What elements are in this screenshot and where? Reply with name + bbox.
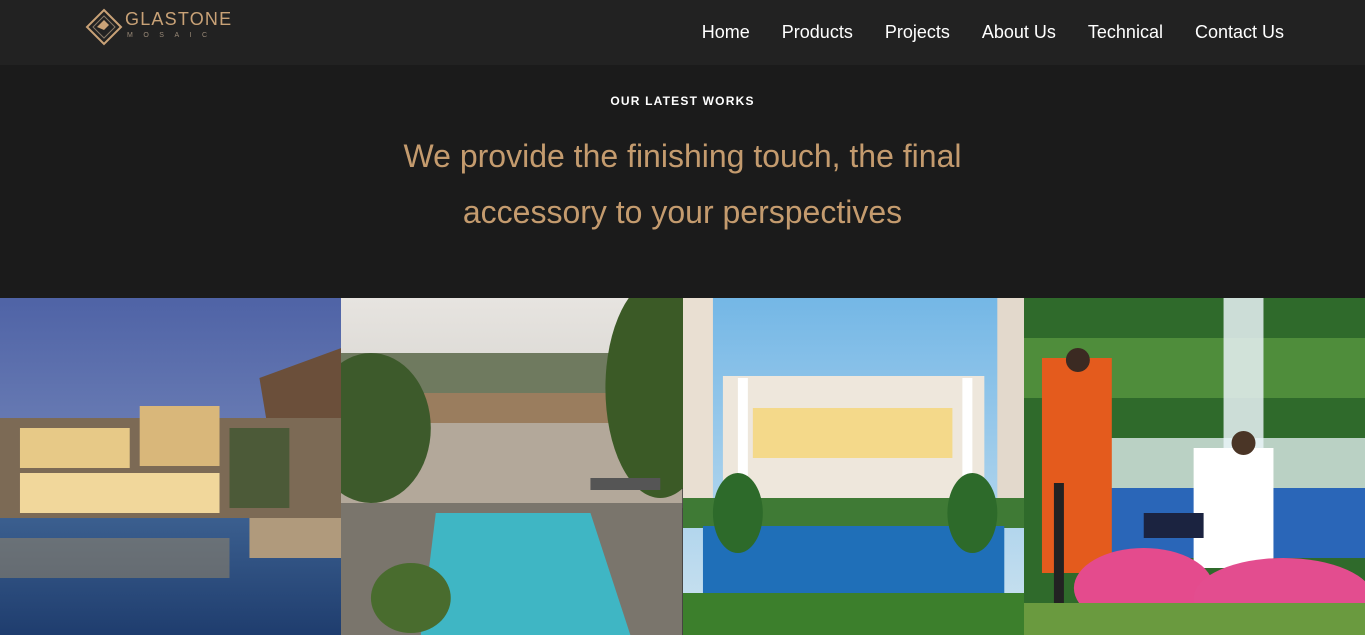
gallery-image-lakeside-pool[interactable] (341, 298, 683, 635)
main-navigation: Home Products Projects About Us Technica… (702, 0, 1284, 65)
headline-line-2: accessory to your perspectives (462, 194, 903, 230)
brand-tagline: MOSAIC (127, 32, 218, 39)
gallery-image-villa-pool[interactable] (0, 298, 342, 635)
nav-home[interactable]: Home (702, 22, 750, 43)
gallery-image-garden-fountain[interactable] (1023, 298, 1365, 635)
project-gallery (0, 298, 1365, 635)
logo-diamond-icon (85, 8, 123, 46)
section-eyebrow: OUR LATEST WORKS (610, 94, 755, 108)
nav-products[interactable]: Products (782, 22, 853, 43)
latest-works-intro: OUR LATEST WORKS We provide the finishin… (0, 65, 1365, 298)
nav-about-us[interactable]: About Us (982, 22, 1056, 43)
headline-line-1: We provide the finishing touch, the fina… (403, 138, 962, 174)
nav-contact-us[interactable]: Contact Us (1195, 22, 1284, 43)
section-headline: We provide the finishing touch, the fina… (0, 128, 1365, 240)
brand-logo[interactable]: GLASTONE MOSAIC (85, 8, 245, 48)
gallery-image-building-pool[interactable] (682, 298, 1024, 635)
top-navbar: GLASTONE MOSAIC Home Products Projects A… (0, 0, 1365, 65)
nav-technical[interactable]: Technical (1088, 22, 1163, 43)
nav-projects[interactable]: Projects (885, 22, 950, 43)
brand-name: GLASTONE (125, 9, 233, 29)
